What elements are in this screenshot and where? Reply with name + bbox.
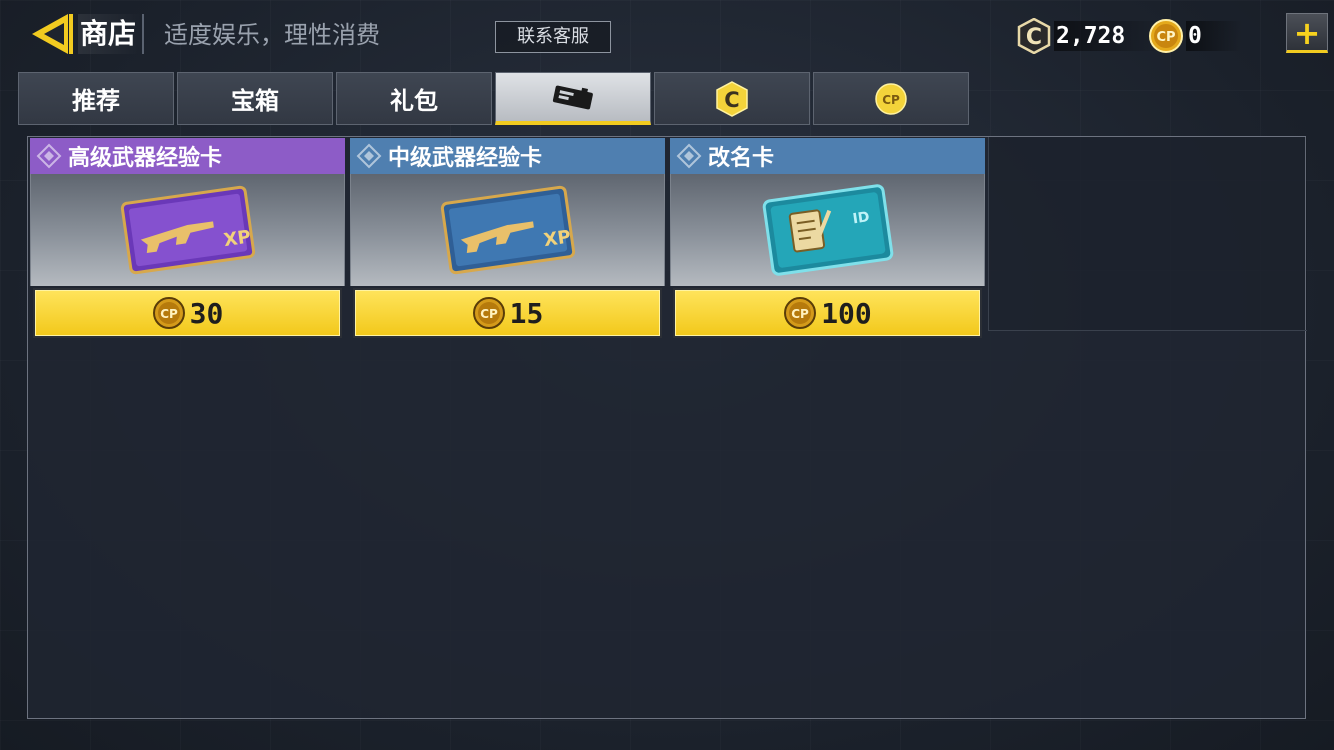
product-image: XP <box>30 174 345 286</box>
contact-support-button[interactable]: 联系客服 <box>495 21 611 53</box>
cp-coin-icon: CP <box>152 297 185 329</box>
back-button[interactable] <box>28 12 74 56</box>
cp-coin-icon: CP <box>1149 19 1183 53</box>
buy-button[interactable]: CP 15 <box>353 288 662 338</box>
xp-glyph: XP <box>542 226 572 251</box>
cp-coin-icon: CP <box>784 297 817 329</box>
product-card[interactable]: 中级武器经验卡 XP CP 15 <box>350 138 665 338</box>
cp-coin-glyph: CP <box>480 307 498 321</box>
xp-glyph: XP <box>222 226 252 251</box>
price-value: 30 <box>189 296 224 330</box>
c-coin-balance: C 2,728 <box>1016 16 1166 56</box>
product-image: XP <box>350 174 665 286</box>
cp-coin-glyph: CP <box>791 307 809 321</box>
rename-card-icon: ID <box>762 184 893 276</box>
product-card[interactable]: 改名卡 ID CP 100 <box>670 138 985 338</box>
cp-coin-icon: CP <box>472 297 505 329</box>
cp-coin-glyph: CP <box>882 93 900 107</box>
cp-balance: CP 0 <box>1148 16 1242 56</box>
tab-label: 礼包 <box>390 87 438 115</box>
tab-label: 推荐 <box>72 87 120 115</box>
cp-amount: 0 <box>1186 21 1242 51</box>
tab-cp[interactable]: CP <box>813 72 969 125</box>
shop-screen: 商店 适度娱乐，理性消费 联系客服 C 2,728 CP 0 + 推荐 宝箱 礼… <box>0 0 1334 750</box>
weapon-xp-card-blue-icon: XP <box>440 185 575 275</box>
weapon-xp-card-purple-icon: XP <box>120 185 255 275</box>
product-name: 改名卡 <box>708 146 775 171</box>
back-arrow-icon <box>32 14 73 54</box>
c-coin-glyph: C <box>1026 25 1042 50</box>
product-header: 改名卡 <box>670 138 985 174</box>
buy-button[interactable]: CP 30 <box>33 288 342 338</box>
tab-label: 宝箱 <box>231 87 279 115</box>
product-header: 中级武器经验卡 <box>350 138 665 174</box>
tab-c-coins[interactable]: C <box>654 72 810 125</box>
c-coin-glyph: C <box>724 88 739 112</box>
diamond-icon <box>676 143 702 169</box>
add-currency-button[interactable]: + <box>1286 13 1328 53</box>
cp-coin-glyph: CP <box>1156 30 1175 45</box>
slogan-text: 适度娱乐，理性消费 <box>164 21 380 49</box>
empty-slot <box>988 137 1307 331</box>
product-card[interactable]: 高级武器经验卡 XP CP 30 <box>30 138 345 338</box>
product-name: 中级武器经验卡 <box>388 146 543 171</box>
card-icon <box>552 85 593 110</box>
diamond-icon <box>36 143 62 169</box>
tab-crates[interactable]: 宝箱 <box>177 72 333 125</box>
product-image: ID <box>670 174 985 286</box>
category-tabs: 推荐 宝箱 礼包 C CP <box>18 72 969 125</box>
tab-cards[interactable] <box>495 72 651 125</box>
tab-recommended[interactable]: 推荐 <box>18 72 174 125</box>
c-coin-icon: C <box>1017 18 1051 54</box>
price-value: 100 <box>821 296 872 330</box>
diamond-icon <box>356 143 382 169</box>
price-value: 15 <box>509 296 544 330</box>
page-title: 商店 <box>78 14 145 54</box>
cp-coin-icon: CP <box>875 82 907 115</box>
product-grid: 高级武器经验卡 XP CP 30 中级武器经验卡 XP CP 15 改名卡 ID… <box>27 136 1307 719</box>
cp-coin-glyph: CP <box>160 307 178 321</box>
buy-button[interactable]: CP 100 <box>673 288 982 338</box>
id-glyph: ID <box>851 209 870 227</box>
c-coin-icon: C <box>716 80 748 117</box>
tab-bundles[interactable]: 礼包 <box>336 72 492 125</box>
product-name: 高级武器经验卡 <box>68 146 223 171</box>
product-header: 高级武器经验卡 <box>30 138 345 174</box>
